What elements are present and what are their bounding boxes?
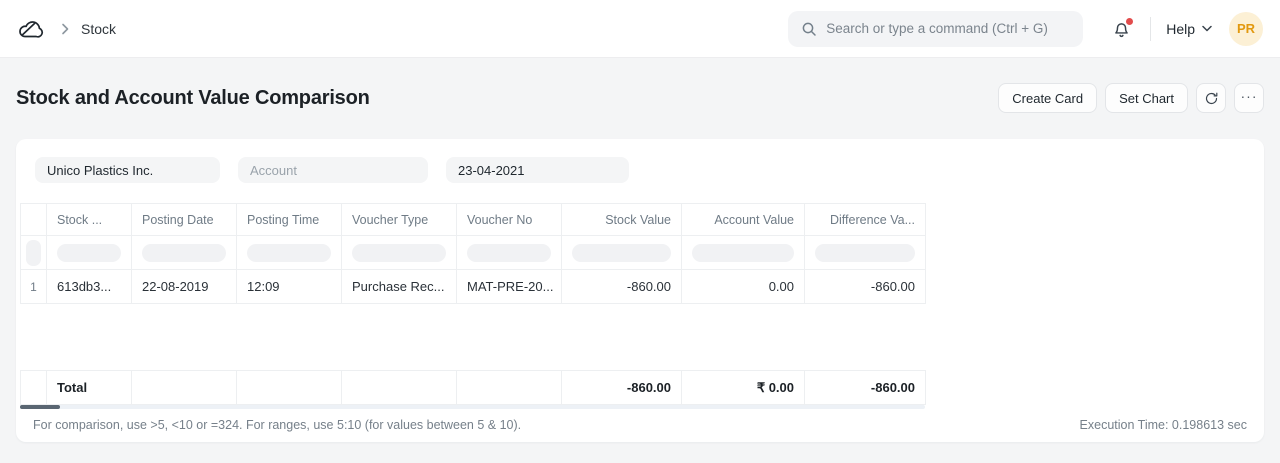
total-difference-value: -860.00	[805, 371, 926, 405]
comparison-hint: For comparison, use >5, <10 or =324. For…	[33, 418, 521, 432]
execution-time: Execution Time: 0.198613 sec	[1080, 418, 1247, 432]
set-chart-button[interactable]: Set Chart	[1105, 83, 1188, 113]
report-filters	[16, 139, 1264, 183]
total-stock-value: -860.00	[562, 371, 682, 405]
table-row[interactable]: 1 613db3... 22-08-2019 12:09 Purchase Re…	[21, 270, 926, 304]
col-stock-value[interactable]: Stock Value	[562, 204, 682, 236]
notification-dot	[1126, 18, 1133, 25]
help-label: Help	[1166, 21, 1195, 37]
column-filter-cell[interactable]	[237, 236, 342, 270]
column-filter-cell[interactable]	[682, 236, 805, 270]
table-header-row: Stock ... Posting Date Posting Time Vouc…	[21, 204, 926, 236]
cell-posting-time[interactable]: 12:09	[237, 270, 342, 304]
col-posting-date[interactable]: Posting Date	[132, 204, 237, 236]
create-card-button[interactable]: Create Card	[998, 83, 1097, 113]
breadcrumb: Stock	[17, 17, 116, 41]
col-voucher-type[interactable]: Voucher Type	[342, 204, 457, 236]
total-account-value: ₹ 0.00	[682, 371, 805, 405]
date-filter[interactable]	[446, 157, 629, 183]
cell-voucher-no[interactable]: MAT-PRE-20...	[457, 270, 562, 304]
column-filter-cell[interactable]	[805, 236, 926, 270]
total-label: Total	[47, 371, 132, 405]
column-filter-cell[interactable]	[457, 236, 562, 270]
cell-stock-entry[interactable]: 613db3...	[47, 270, 132, 304]
row-index-header	[21, 204, 47, 236]
report-table: Stock ... Posting Date Posting Time Vouc…	[20, 203, 926, 304]
col-voucher-no[interactable]: Voucher No	[457, 204, 562, 236]
column-filter-cell[interactable]	[562, 236, 682, 270]
page-title: Stock and Account Value Comparison	[16, 87, 998, 110]
column-filter-cell[interactable]	[132, 236, 237, 270]
column-filter-row	[21, 236, 926, 270]
ellipsis-icon: ···	[1241, 88, 1258, 104]
search-icon	[801, 21, 817, 37]
global-search[interactable]	[788, 11, 1083, 47]
col-stock-entry[interactable]: Stock ...	[47, 204, 132, 236]
column-filter-cell[interactable]	[342, 236, 457, 270]
report-table-zone: Stock ... Posting Date Posting Time Vouc…	[20, 203, 1264, 405]
help-menu[interactable]: Help	[1166, 21, 1212, 37]
page-actions: Create Card Set Chart ···	[998, 83, 1264, 113]
total-posting-date	[132, 371, 237, 405]
col-difference-value[interactable]: Difference Va...	[805, 204, 926, 236]
total-row: Total -860.00 ₹ 0.00 -860.00	[21, 371, 926, 405]
column-filter-cell[interactable]	[21, 236, 47, 270]
row-index: 1	[21, 270, 47, 304]
total-voucher-type	[342, 371, 457, 405]
account-filter[interactable]	[238, 157, 428, 183]
total-table: Total -860.00 ₹ 0.00 -860.00	[20, 370, 926, 405]
cell-posting-date[interactable]: 22-08-2019	[132, 270, 237, 304]
page-head: Stock and Account Value Comparison Creat…	[0, 58, 1280, 113]
col-account-value[interactable]: Account Value	[682, 204, 805, 236]
report-card: Stock ... Posting Date Posting Time Vouc…	[16, 139, 1264, 442]
column-filter-cell[interactable]	[47, 236, 132, 270]
total-index-cell	[21, 371, 47, 405]
report-footer: For comparison, use >5, <10 or =324. For…	[16, 408, 1264, 442]
col-posting-time[interactable]: Posting Time	[237, 204, 342, 236]
navbar: Stock Help PR	[0, 0, 1280, 58]
search-input[interactable]	[826, 21, 1070, 36]
cell-account-value[interactable]: 0.00	[682, 270, 805, 304]
menu-button[interactable]: ···	[1234, 83, 1264, 113]
avatar[interactable]: PR	[1229, 12, 1263, 46]
refresh-icon	[1204, 91, 1219, 106]
cell-difference-value[interactable]: -860.00	[805, 270, 926, 304]
company-filter[interactable]	[35, 157, 220, 183]
refresh-button[interactable]	[1196, 83, 1226, 113]
nav-divider	[1150, 17, 1151, 41]
chevron-right-icon	[61, 23, 69, 35]
total-posting-time	[237, 371, 342, 405]
chevron-down-icon	[1202, 25, 1212, 32]
breadcrumb-item-stock[interactable]: Stock	[81, 21, 116, 37]
cell-stock-value[interactable]: -860.00	[562, 270, 682, 304]
total-voucher-no	[457, 371, 562, 405]
table-empty-space	[20, 304, 925, 370]
app-logo-icon[interactable]	[17, 17, 45, 41]
cell-voucher-type[interactable]: Purchase Rec...	[342, 270, 457, 304]
notifications-button[interactable]	[1111, 18, 1133, 40]
